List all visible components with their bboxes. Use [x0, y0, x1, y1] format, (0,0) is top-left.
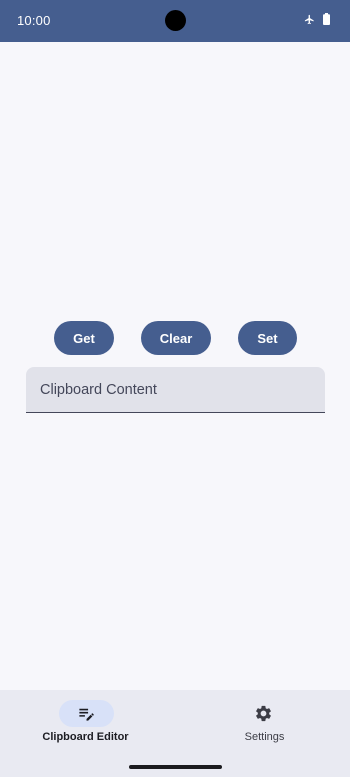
- bottom-navigation: Clipboard Editor Settings: [0, 690, 350, 777]
- nav-item-settings[interactable]: Settings: [175, 690, 350, 756]
- status-icons: [304, 13, 330, 25]
- clipboard-content-input[interactable]: [26, 367, 325, 412]
- battery-icon: [323, 13, 330, 25]
- camera-cutout: [165, 10, 186, 31]
- status-bar: 10:00: [0, 0, 350, 42]
- gesture-navigation-bar[interactable]: [129, 765, 222, 769]
- clear-button[interactable]: Clear: [141, 321, 211, 355]
- status-time: 10:00: [17, 13, 51, 28]
- set-button[interactable]: Set: [238, 321, 297, 355]
- get-button[interactable]: Get: [54, 321, 114, 355]
- nav-label-clipboard-editor: Clipboard Editor: [42, 731, 129, 743]
- edit-note-icon: [79, 708, 94, 721]
- airplane-mode-icon: [304, 14, 314, 24]
- gear-icon: [256, 705, 271, 722]
- nav-item-clipboard-editor[interactable]: Clipboard Editor: [0, 690, 175, 756]
- clipboard-actions: Get Clear Set: [0, 321, 350, 355]
- clipboard-content-field: [26, 367, 325, 413]
- nav-label-settings: Settings: [244, 731, 285, 743]
